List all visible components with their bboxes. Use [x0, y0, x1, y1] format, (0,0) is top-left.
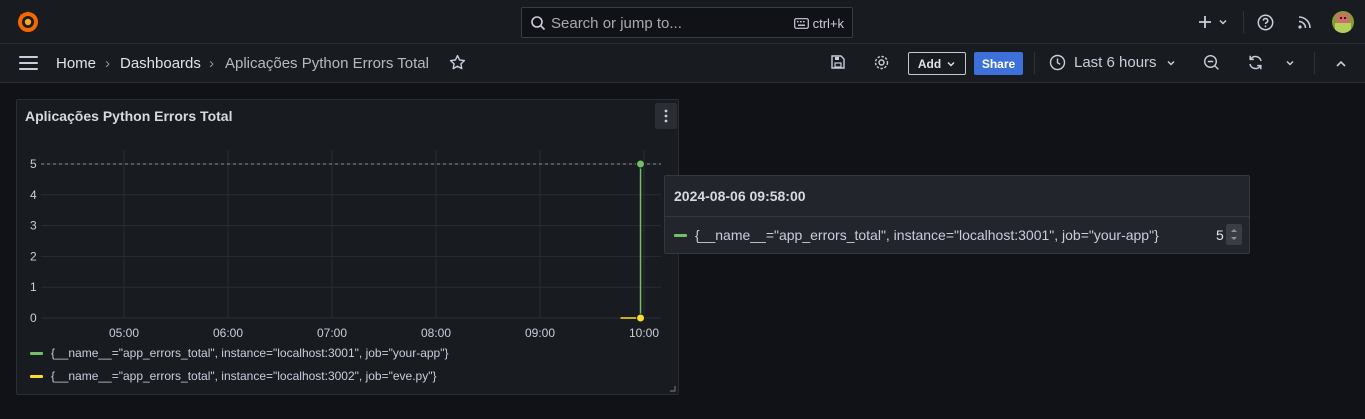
add-button-label: Add [917, 56, 942, 71]
user-avatar-icon [1332, 11, 1354, 33]
tooltip-scroll-stepper[interactable] [1226, 224, 1242, 245]
new-menu-button[interactable] [1197, 10, 1229, 34]
y-tick-label: 1 [30, 280, 37, 294]
x-tick-label: 06:00 [213, 326, 243, 340]
search-icon [531, 16, 546, 31]
x-tick-label: 05:00 [109, 326, 139, 340]
tooltip-series-label: {__name__="app_errors_total", instance="… [695, 227, 1159, 243]
keyboard-icon [793, 18, 809, 29]
tooltip-divider [665, 216, 1249, 217]
legend-swatch [30, 374, 43, 378]
x-tick-label: 09:00 [525, 326, 555, 340]
refresh-interval-chevron-icon[interactable] [1284, 57, 1296, 69]
chevron-down-icon [1219, 19, 1227, 25]
help-button[interactable] [1257, 10, 1274, 34]
breadcrumb-current: Aplicações Python Errors Total [225, 55, 429, 72]
y-tick-label: 3 [30, 219, 37, 233]
legend-swatch [30, 351, 43, 355]
search-input[interactable]: Search or jump to... ctrl+k [521, 7, 853, 38]
plus-icon [1199, 16, 1211, 28]
avatar[interactable] [1332, 11, 1354, 33]
panel-menu-button[interactable] [655, 103, 677, 129]
dashboard-nav-bar: Home › Dashboards › Aplicações Python Er… [0, 44, 1365, 83]
star-icon[interactable] [449, 54, 466, 71]
chevron-down-icon [1167, 60, 1175, 66]
panel-title: Aplicações Python Errors Total [25, 108, 233, 124]
zoom-out-icon[interactable] [1203, 54, 1220, 71]
hover-point [636, 159, 646, 169]
gear-icon[interactable] [873, 54, 890, 71]
collapse-chevron-up-icon[interactable] [1334, 57, 1348, 71]
more-vertical-icon [664, 109, 668, 123]
y-tick-label: 4 [30, 188, 37, 202]
divider [1243, 11, 1244, 33]
divider [1034, 52, 1035, 74]
line-chart[interactable]: 0 1 2 3 4 5 05:00 06:00 07:00 08:00 09:00 10:00 [17, 140, 680, 344]
y-tick-label: 5 [30, 157, 37, 171]
breadcrumb-separator-icon: › [105, 55, 110, 72]
chevron-down-icon [947, 61, 955, 66]
tooltip-swatch [674, 233, 687, 237]
timeseries-panel: Aplicações Python Errors Total 0 1 2 3 4 5 05:… [16, 99, 679, 395]
breadcrumb-dashboards[interactable]: Dashboards [120, 55, 201, 72]
x-tick-label: 07:00 [317, 326, 347, 340]
breadcrumb-separator-icon: › [209, 55, 214, 72]
news-button[interactable] [1297, 10, 1313, 34]
time-range-picker[interactable]: Last 6 hours [1049, 54, 1177, 71]
hover-point [636, 313, 646, 323]
save-icon[interactable] [830, 54, 846, 70]
legend-item[interactable]: {__name__="app_errors_total", instance="… [30, 369, 437, 383]
y-tick-label: 0 [30, 311, 37, 325]
legend-label: {__name__="app_errors_total", instance="… [51, 369, 437, 383]
legend-label: {__name__="app_errors_total", instance="… [51, 346, 449, 360]
share-button[interactable]: Share [974, 52, 1023, 75]
top-bar: Search or jump to... ctrl+k [0, 0, 1365, 44]
clock-icon [1049, 54, 1066, 71]
stepper-arrows-icon [1231, 229, 1237, 240]
rss-icon [1298, 16, 1311, 29]
y-tick-label: 2 [30, 249, 37, 263]
legend-item[interactable]: {__name__="app_errors_total", instance="… [30, 346, 449, 360]
menu-toggle-icon[interactable] [19, 56, 38, 70]
shortcut-text: ctrl+k [812, 16, 844, 31]
time-range-label: Last 6 hours [1074, 54, 1157, 71]
x-tick-label: 10:00 [629, 326, 659, 340]
chart-tooltip: 2024-08-06 09:58:00 {__name__="app_error… [664, 175, 1250, 254]
grafana-logo-icon[interactable] [16, 10, 40, 34]
search-shortcut: ctrl+k [793, 16, 844, 31]
tooltip-series-row: {__name__="app_errors_total", instance="… [674, 227, 1159, 243]
divider [1314, 52, 1315, 74]
x-tick-label: 08:00 [421, 326, 451, 340]
series-line [639, 163, 644, 318]
tooltip-value: 5 [1216, 227, 1224, 243]
help-icon [1257, 14, 1274, 30]
tooltip-timestamp: 2024-08-06 09:58:00 [674, 188, 806, 204]
add-button[interactable]: Add [908, 52, 966, 75]
refresh-icon[interactable] [1247, 54, 1264, 71]
search-placeholder: Search or jump to... [551, 15, 682, 32]
resize-handle-icon[interactable] [669, 385, 676, 392]
breadcrumb-home[interactable]: Home [56, 55, 96, 72]
